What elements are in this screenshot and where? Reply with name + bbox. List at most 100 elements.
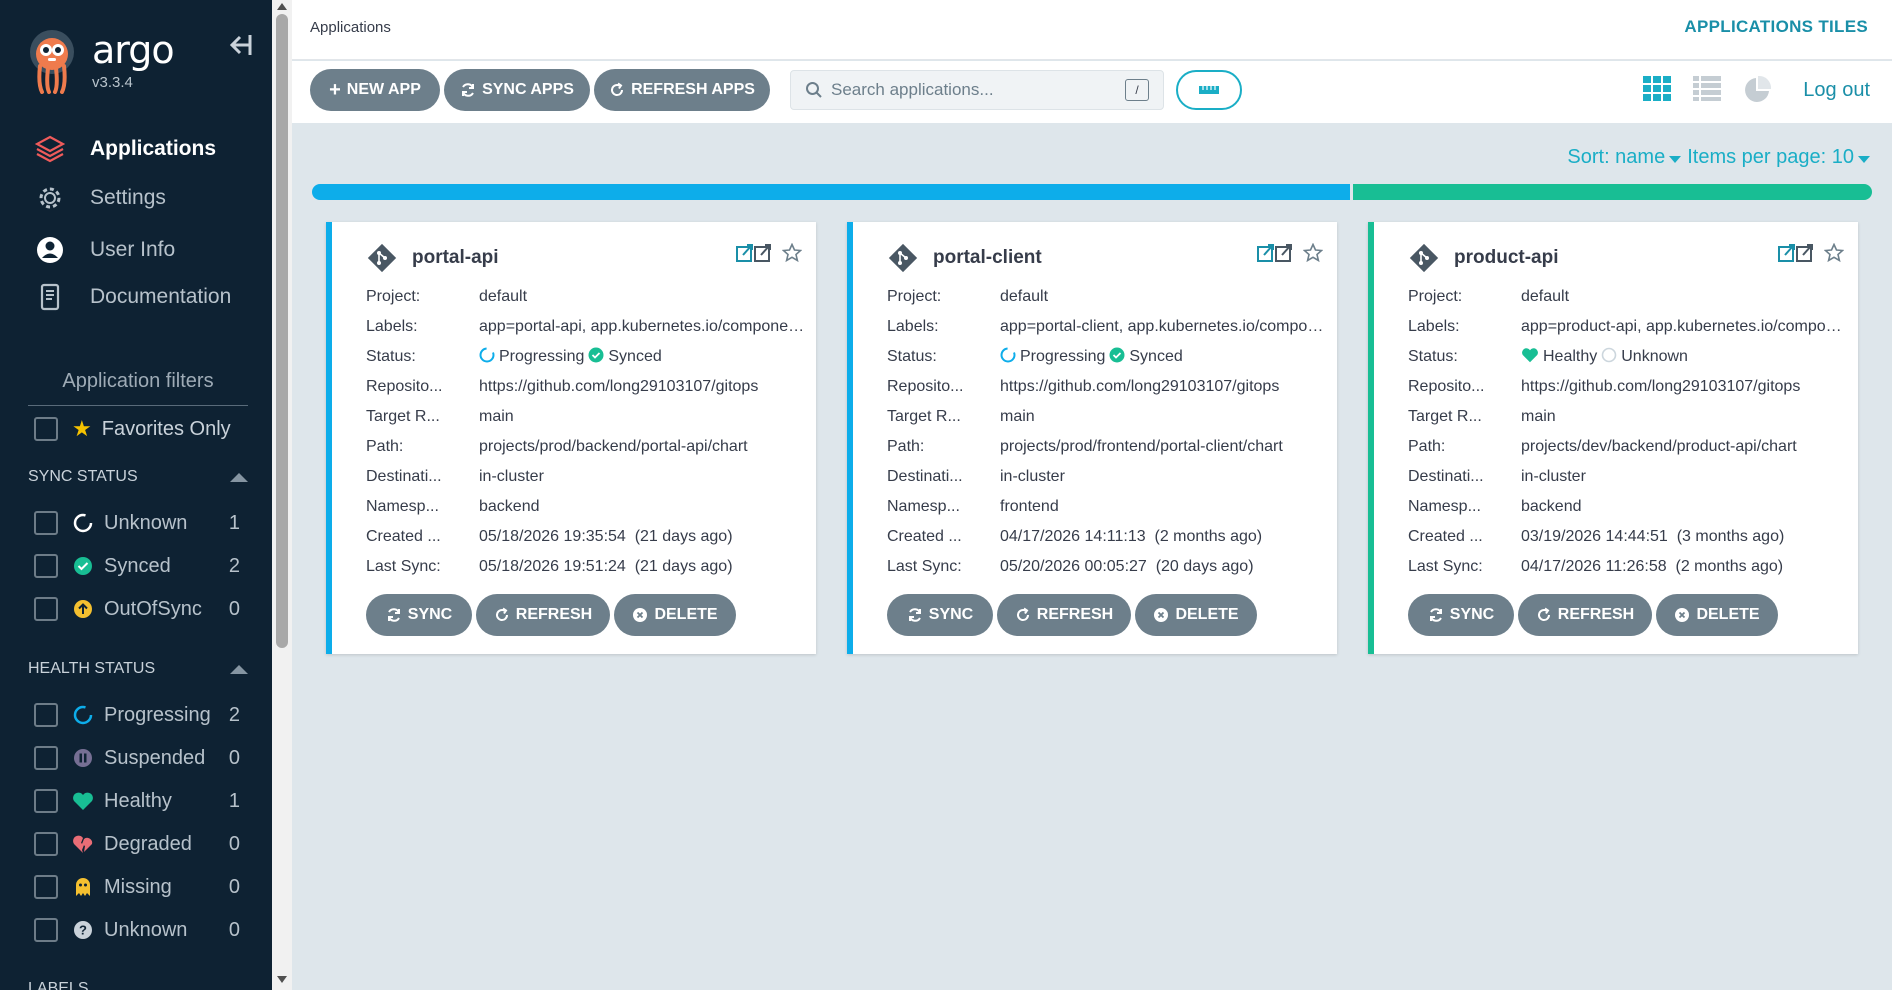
health-status-icon (479, 347, 495, 368)
app-card-buttons: SYNC REFRESH DELETE (366, 594, 736, 636)
nav-settings[interactable]: Settings (34, 181, 166, 215)
collapse-sidebar-icon[interactable] (226, 30, 256, 60)
path-value: projects/prod/backend/portal-api/chart (479, 438, 748, 455)
search-shortcut-badge: / (1125, 79, 1149, 101)
repository-value[interactable]: https://github.com/long29103107/gitops (1521, 378, 1800, 396)
logout-link[interactable]: Log out (1803, 79, 1870, 102)
star-outline-icon[interactable] (1824, 243, 1844, 263)
refresh-button[interactable]: REFRESH (997, 594, 1131, 636)
app-card-actions (736, 242, 802, 264)
checkbox[interactable] (34, 875, 58, 899)
sync-button[interactable]: SYNC (887, 594, 993, 636)
collapse-caret-icon[interactable] (230, 472, 248, 482)
labels-section-title[interactable]: LABELS (28, 980, 88, 990)
sync-icon (1429, 608, 1442, 622)
delete-circle-icon (1154, 608, 1169, 622)
refresh-icon (611, 82, 624, 96)
items-per-page-dropdown[interactable]: Items per page: 10 (1687, 146, 1870, 169)
nav-user-info[interactable]: User Info (34, 233, 175, 267)
tiles-view-icon[interactable] (1642, 75, 1672, 101)
detail-value: projects/prod/frontend/portal-client/cha… (1000, 438, 1327, 456)
nav-documentation[interactable]: Documentation (34, 280, 231, 314)
search-box[interactable]: / (790, 70, 1164, 110)
filter-sync-unknown[interactable]: Unknown 1 (34, 511, 240, 535)
detail-value: in-cluster (1521, 468, 1586, 485)
detail-key: Reposito... (1408, 378, 1485, 395)
detail-key: Status: (887, 348, 937, 365)
detail-value: backend (479, 498, 540, 515)
checkbox[interactable] (34, 554, 58, 578)
new-app-button[interactable]: + NEW APP (310, 69, 440, 111)
user-icon (34, 234, 66, 266)
delete-button[interactable]: DELETE (614, 594, 736, 636)
scroll-up-arrow-icon[interactable] (277, 3, 287, 10)
refresh-icon (495, 607, 508, 621)
checkbox[interactable] (34, 597, 58, 621)
app-card-buttons: SYNC REFRESH DELETE (887, 594, 1257, 636)
sync-apps-button[interactable]: SYNC APPS (444, 69, 590, 111)
sync-button[interactable]: SYNC (366, 594, 472, 636)
external-link-icon[interactable] (736, 242, 772, 264)
git-icon (1409, 243, 1439, 273)
external-link-icon[interactable] (1778, 242, 1814, 264)
checkbox[interactable] (34, 789, 58, 813)
checkbox[interactable] (34, 746, 58, 770)
nav-applications[interactable]: Applications (34, 132, 216, 166)
health-status-text: Progressing (1020, 348, 1106, 365)
filter-health-healthy[interactable]: Healthy 1 (34, 789, 240, 813)
repository-value[interactable]: https://github.com/long29103107/gitops (1000, 378, 1279, 396)
filter-sync-outofsync[interactable]: OutOfSync 0 (34, 597, 240, 621)
filter-label: Synced (104, 554, 171, 577)
detail-value: default (1521, 288, 1570, 305)
app-name[interactable]: portal-client (933, 247, 1042, 269)
filter-health-unknown[interactable]: ? Unknown 0 (34, 918, 240, 942)
detail-row-created: Created ... 04/17/2026 14:11:13 (2 months… (887, 522, 1327, 552)
refresh-button[interactable]: REFRESH (476, 594, 610, 636)
star-outline-icon[interactable] (782, 243, 802, 263)
checkbox[interactable] (34, 832, 58, 856)
plus-icon: + (329, 78, 341, 101)
star-outline-icon[interactable] (1303, 243, 1323, 263)
sync-button[interactable]: SYNC (1408, 594, 1514, 636)
external-link-icon[interactable] (1257, 242, 1293, 264)
repository-value[interactable]: https://github.com/long29103107/gitops (479, 378, 758, 396)
checkbox[interactable] (34, 511, 58, 535)
delete-button[interactable]: DELETE (1656, 594, 1778, 636)
delete-button[interactable]: DELETE (1135, 594, 1257, 636)
sync-status-header[interactable]: SYNC STATUS (28, 468, 248, 486)
breadcrumb[interactable]: Applications (310, 19, 391, 36)
app-card-product-api[interactable]: product-api Project: default Labels: app=p… (1368, 222, 1858, 654)
favorites-checkbox[interactable] (34, 417, 58, 441)
detail-value: main (1521, 408, 1556, 425)
detail-key: Status: (366, 348, 416, 365)
detail-key: Namesp... (1408, 498, 1481, 515)
delete-button-label: DELETE (1696, 606, 1760, 623)
app-name[interactable]: portal-api (412, 247, 499, 269)
pie-chart-view-icon[interactable] (1742, 75, 1772, 105)
refresh-button[interactable]: REFRESH (1518, 594, 1652, 636)
search-input[interactable] (831, 80, 1125, 100)
list-view-icon[interactable] (1692, 75, 1722, 101)
view-switcher (1642, 75, 1772, 105)
scroll-thumb[interactable] (276, 14, 288, 648)
caret-down-icon (1858, 156, 1870, 163)
health-status-header[interactable]: HEALTH STATUS (28, 660, 248, 678)
filter-health-suspended[interactable]: Suspended 0 (34, 746, 240, 770)
collapse-caret-icon[interactable] (230, 664, 248, 674)
health-status-bar (312, 184, 1872, 200)
filter-health-degraded[interactable]: Degraded 0 (34, 832, 240, 856)
refresh-apps-button[interactable]: REFRESH APPS (594, 69, 770, 111)
sort-dropdown[interactable]: Sort: name (1567, 146, 1682, 169)
filter-toggle-button[interactable] (1176, 70, 1242, 110)
favorites-only-filter[interactable]: ★ Favorites Only (34, 416, 231, 442)
filter-health-missing[interactable]: Missing 0 (34, 875, 240, 899)
app-card-portal-client[interactable]: portal-client Project: default Labels: app… (847, 222, 1337, 654)
scroll-down-arrow-icon[interactable] (277, 976, 287, 983)
sidebar-scrollbar[interactable] (272, 0, 292, 990)
app-name[interactable]: product-api (1454, 247, 1559, 269)
filter-health-progressing[interactable]: Progressing 2 (34, 703, 240, 727)
filter-sync-synced[interactable]: Synced 2 (34, 554, 240, 578)
checkbox[interactable] (34, 703, 58, 727)
checkbox[interactable] (34, 918, 58, 942)
app-card-portal-api[interactable]: portal-api Project: default Labels: app=po… (326, 222, 816, 654)
